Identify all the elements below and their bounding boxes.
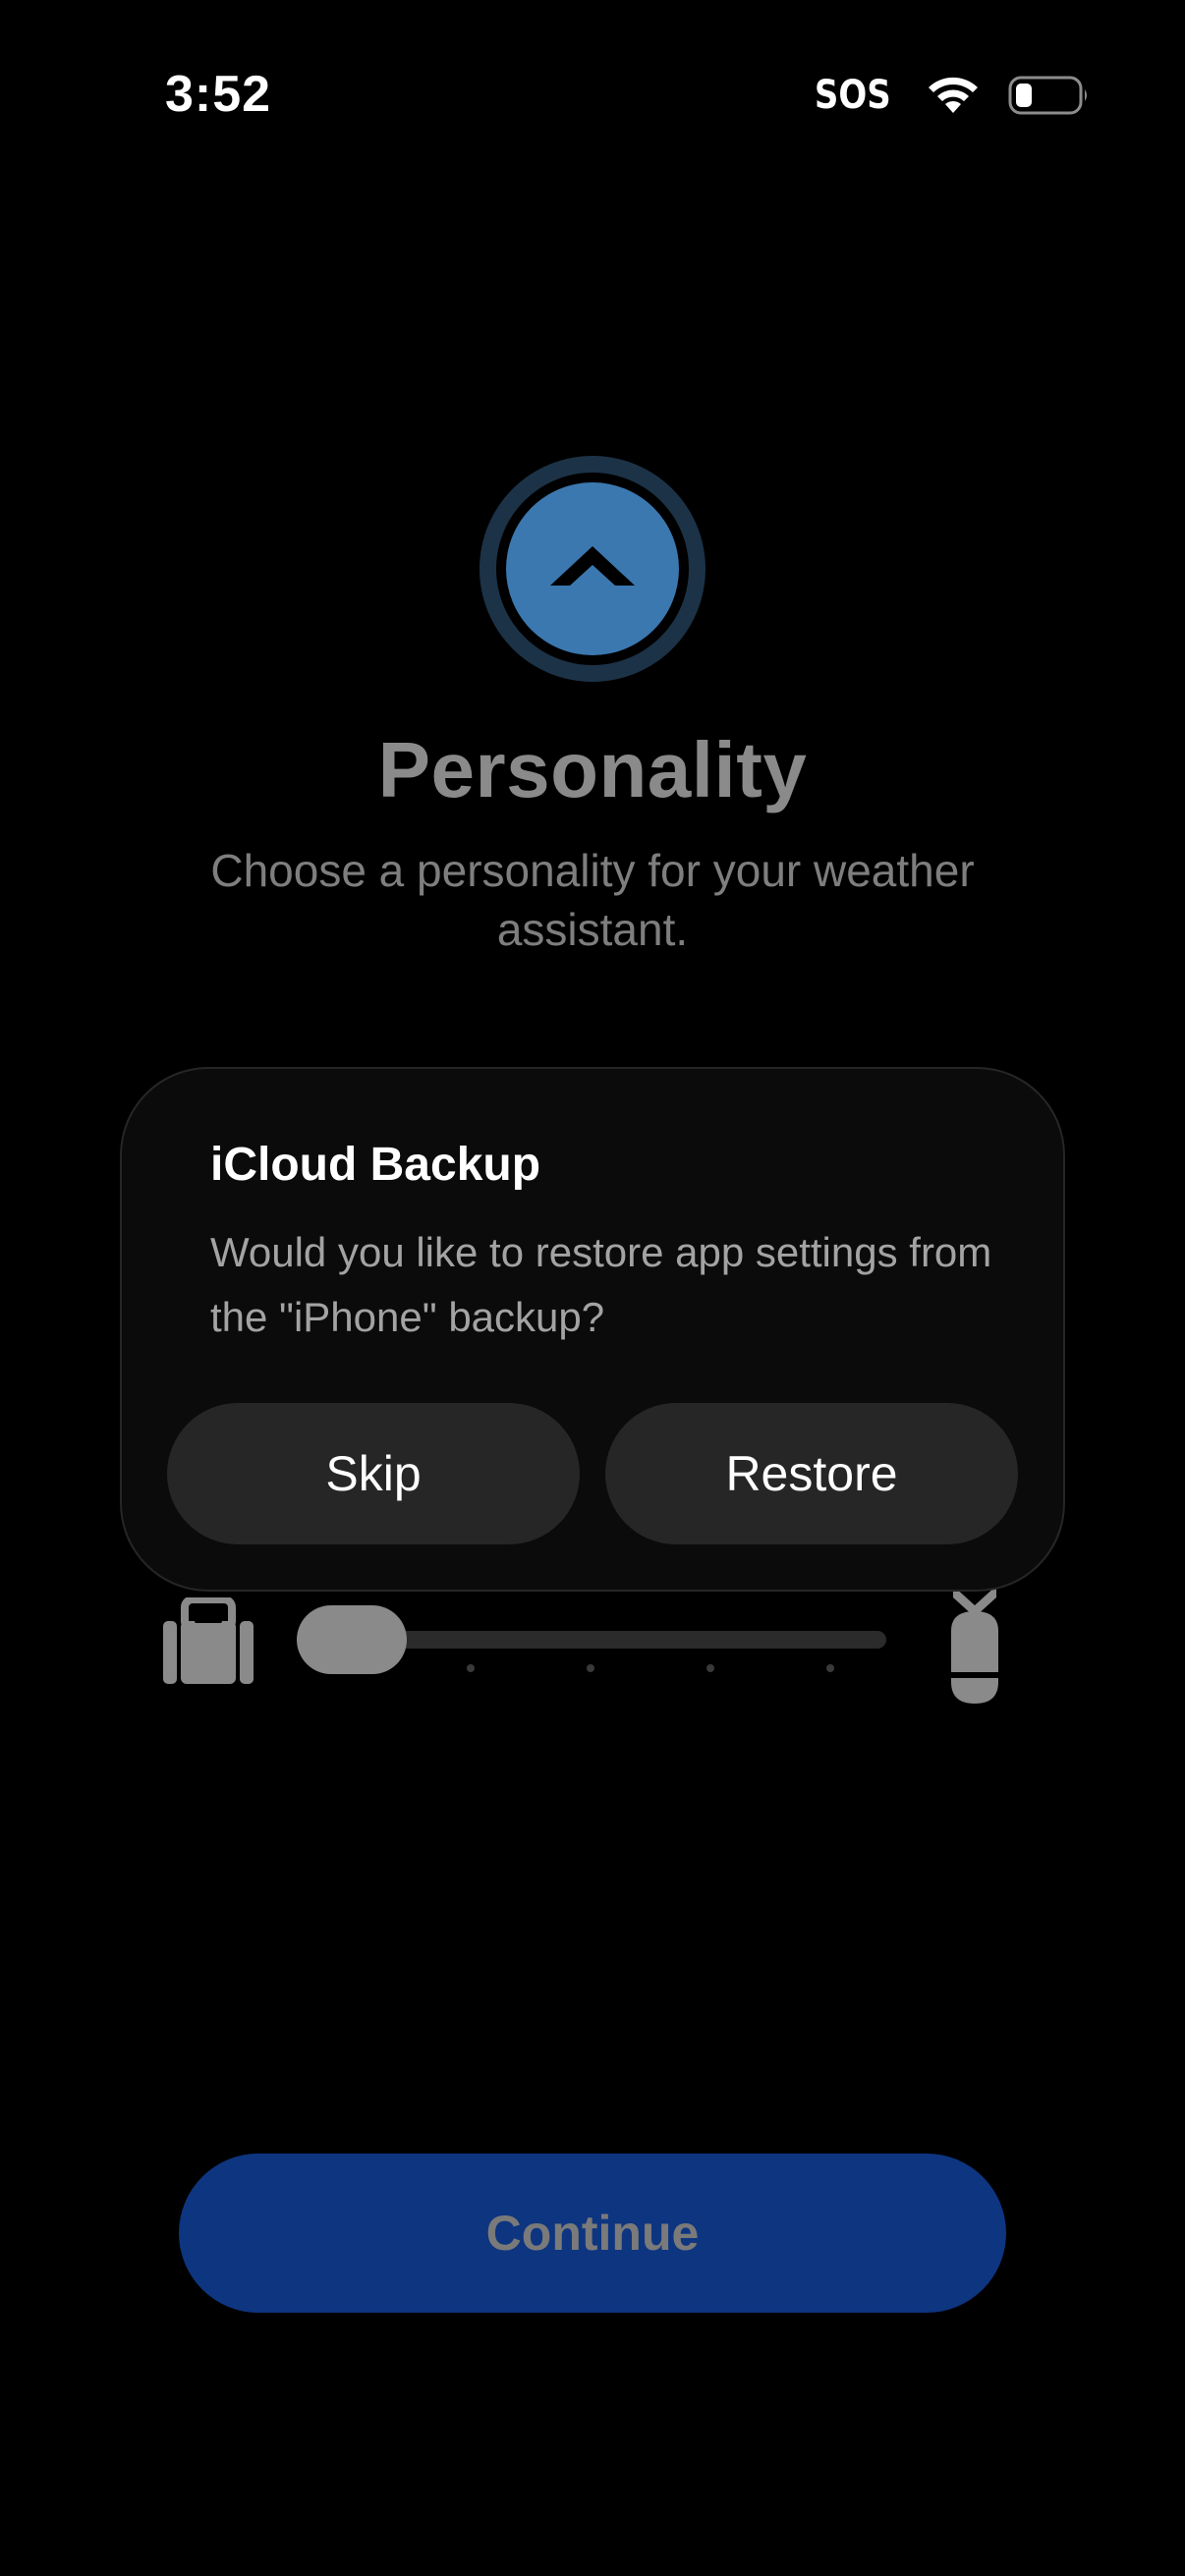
- sos-indicator: SOS: [815, 73, 892, 118]
- dialog-title: iCloud Backup: [210, 1139, 541, 1191]
- slider-tick: [826, 1664, 834, 1672]
- slider-tick: [706, 1664, 714, 1672]
- page-subtitle: Choose a personality for your weather as…: [210, 845, 975, 955]
- dialog-message: Would you like to restore app settings f…: [210, 1229, 992, 1340]
- slider-tick: [587, 1664, 594, 1672]
- bomb-icon: [947, 1572, 1002, 1708]
- status-indicators: SOS: [808, 71, 1091, 120]
- slider-tick: [467, 1664, 475, 1672]
- wifi-icon: [926, 74, 981, 117]
- luggage-icon: [163, 1596, 254, 1693]
- slider-thumb[interactable]: [297, 1605, 407, 1674]
- chevron-up-icon: [480, 456, 705, 682]
- continue-button[interactable]: Continue: [179, 2154, 1006, 2313]
- battery-icon: [1008, 74, 1091, 117]
- personality-slider[interactable]: [0, 1572, 1185, 1719]
- status-time: 3:52: [165, 66, 272, 123]
- skip-button[interactable]: Skip: [167, 1403, 580, 1544]
- icloud-backup-dialog: iCloud Backup Would you like to restore …: [122, 1069, 1063, 1590]
- restore-button[interactable]: Restore: [605, 1403, 1018, 1544]
- status-bar: 3:52 SOS: [0, 0, 1185, 196]
- page-title: Personality: [377, 726, 808, 813]
